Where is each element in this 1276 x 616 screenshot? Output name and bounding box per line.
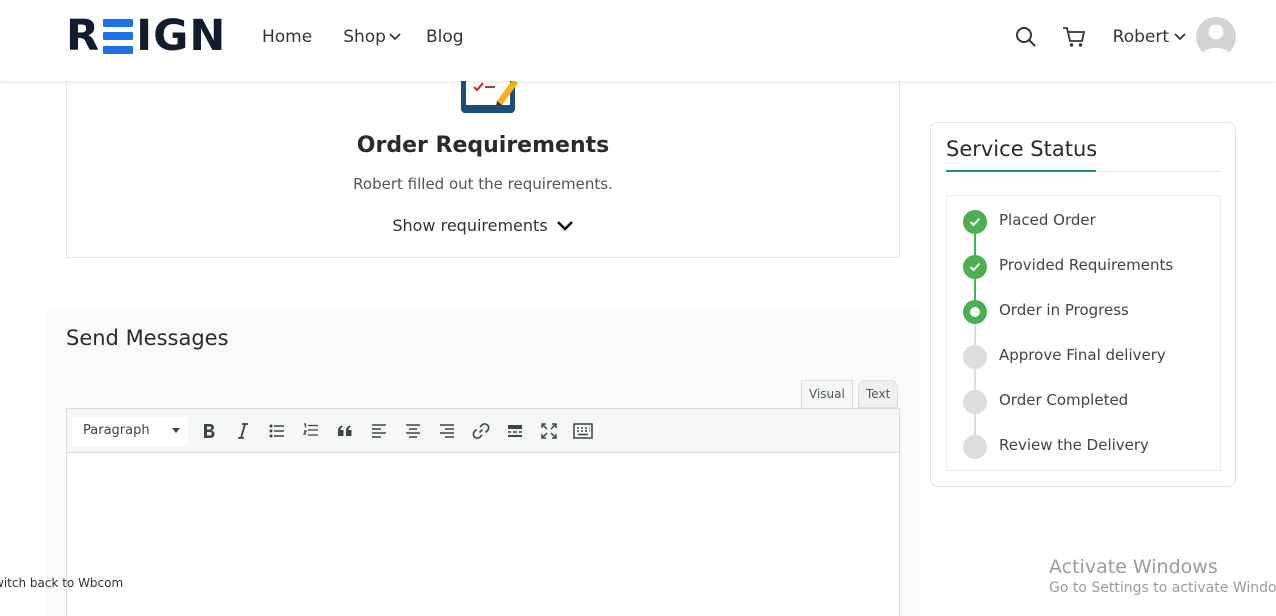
progress-circle-icon: [963, 300, 987, 324]
status-step-label: Provided Requirements: [999, 256, 1174, 274]
nav-blog[interactable]: Blog: [426, 27, 464, 47]
format-select-value: Paragraph: [83, 423, 150, 438]
switch-back-link[interactable]: witch back to Wbcom: [0, 576, 123, 590]
numbered-list-button[interactable]: [294, 416, 328, 446]
nav-blog-label: Blog: [425, 27, 464, 47]
show-requirements-label: Show requirements: [392, 216, 548, 235]
title-underline: [946, 170, 1096, 172]
align-right-icon: [440, 423, 454, 438]
status-step-label: Order Completed: [999, 391, 1129, 409]
pending-circle-icon: [963, 345, 987, 369]
nav-home[interactable]: Home: [262, 27, 312, 47]
fullscreen-icon: [541, 422, 557, 439]
chevron-down-icon: [389, 33, 401, 41]
tab-visual[interactable]: Visual: [801, 380, 853, 408]
nav-shop[interactable]: Shop: [343, 27, 401, 47]
blockquote-button[interactable]: [328, 416, 362, 446]
editor-content-area[interactable]: [67, 454, 899, 616]
reign-logo[interactable]: R IGN: [66, 11, 226, 61]
search-icon[interactable]: [1013, 24, 1039, 50]
link-icon: [472, 422, 490, 439]
numbered-list-icon: [303, 423, 318, 436]
align-center-button[interactable]: [396, 416, 430, 446]
bullet-list-button[interactable]: [260, 416, 294, 446]
page: Order Requirements Robert filled out the…: [0, 0, 1276, 616]
message-editor: Paragraph: [66, 408, 900, 616]
caret-down-icon: [172, 427, 180, 433]
step-connector: [974, 279, 976, 300]
status-step-label: Placed Order: [999, 211, 1096, 229]
header-actions: Robert: [991, 16, 1236, 58]
step-connector: [974, 324, 976, 345]
watermark-subtitle: Go to Settings to activate Windows.: [1049, 580, 1276, 596]
bold-button[interactable]: [192, 416, 226, 446]
check-circle-icon: [963, 210, 987, 234]
pending-circle-icon: [963, 390, 987, 414]
tab-text[interactable]: Text: [858, 380, 899, 408]
fullscreen-button[interactable]: [532, 416, 566, 446]
chevron-down-icon: [556, 220, 573, 231]
windows-activation-watermark: Activate Windows Go to Settings to activ…: [1049, 556, 1276, 596]
order-requirements-card: Order Requirements Robert filled out the…: [66, 60, 900, 258]
align-right-button[interactable]: [430, 416, 464, 446]
align-center-icon: [406, 423, 420, 438]
avatar[interactable]: [1196, 17, 1236, 57]
service-status-card: Service Status Placed Order Provided Requ…: [930, 122, 1236, 487]
status-step-label: Review the Delivery: [999, 436, 1149, 454]
nav-home-label: Home: [262, 27, 313, 47]
show-requirements-toggle[interactable]: Show requirements: [67, 216, 899, 235]
read-more-button[interactable]: [498, 416, 532, 446]
status-step-label: Order in Progress: [999, 301, 1129, 319]
toolbar-toggle-button[interactable]: [566, 416, 600, 446]
align-left-button[interactable]: [362, 416, 396, 446]
check-circle-icon: [963, 255, 987, 279]
bold-icon: [204, 423, 215, 438]
user-menu[interactable]: Robert: [1113, 17, 1236, 57]
site-header: R IGN Home Shop Blog Robert: [0, 0, 1276, 81]
order-requirements-title: Order Requirements: [356, 133, 610, 158]
logo-letters-ign: IGN: [136, 11, 227, 61]
step-connector: [974, 369, 976, 390]
chevron-down-icon: [1174, 33, 1186, 41]
watermark-title: Activate Windows: [1049, 556, 1218, 578]
link-button[interactable]: [464, 416, 498, 446]
blockquote-icon: [338, 425, 352, 436]
logo-letter-r: R: [66, 11, 101, 61]
pending-circle-icon: [963, 435, 987, 459]
send-messages-title: Send Messages: [66, 326, 229, 350]
step-connector: [974, 414, 976, 435]
align-left-icon: [372, 423, 386, 438]
order-requirements-subtitle: Robert filled out the requirements.: [353, 175, 613, 193]
service-status-title: Service Status: [946, 137, 1098, 161]
editor-toolbar: Paragraph: [67, 409, 899, 453]
italic-button[interactable]: [226, 416, 260, 446]
logo-letter-e: [103, 18, 134, 54]
cart-icon[interactable]: [1061, 24, 1087, 50]
send-messages-panel: Send Messages Visual Text Paragraph: [46, 308, 920, 616]
format-select[interactable]: Paragraph: [72, 416, 188, 445]
nav-shop-label: Shop: [343, 27, 386, 47]
main-nav: Home Shop Blog: [262, 27, 495, 47]
step-connector: [974, 234, 976, 255]
status-steps-box: Placed Order Provided Requirements Order i…: [946, 195, 1221, 471]
read-more-icon: [508, 424, 522, 437]
status-step-label: Approve Final delivery: [999, 346, 1166, 364]
user-name: Robert: [1112, 27, 1169, 47]
bullet-list-icon: [269, 424, 284, 437]
toolbar-toggle-icon: [573, 422, 593, 439]
italic-icon: [238, 422, 248, 439]
